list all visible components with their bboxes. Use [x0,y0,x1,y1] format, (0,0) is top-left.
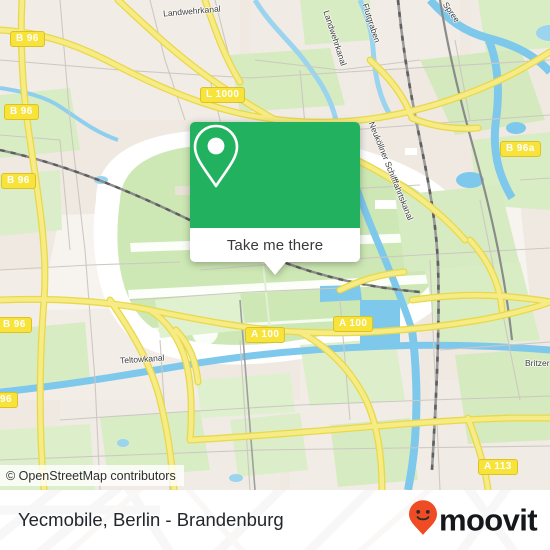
footer-bar: Yecmobile, Berlin - Brandenburg moovit [0,490,550,550]
popup-pointer-tail [264,262,286,275]
map-canvas[interactable]: Landwehrkanal Landwehrkanal Flutgraben S… [0,0,550,490]
road-shield: B 96 [4,104,39,120]
page-title: Yecmobile, Berlin - Brandenburg [18,509,284,530]
road-shield: B 96 [10,31,45,47]
take-me-there-label: Take me there [226,236,324,254]
road-shield: L 1000 [200,87,246,103]
moovit-map-screenshot: Landwehrkanal Landwehrkanal Flutgraben S… [0,0,550,550]
moovit-logo[interactable]: moovit [408,500,538,541]
osm-attribution[interactable]: © OpenStreetMap contributors [0,465,184,486]
road-shield: B 96 [1,173,36,189]
road-shield: B 96a [500,141,541,157]
moovit-smiley-pin-icon [408,500,438,541]
osm-attribution-text: © OpenStreetMap contributors [6,468,176,483]
location-popup-card[interactable]: Take me there [190,122,360,275]
popup-action-area[interactable]: Take me there [190,228,360,275]
moovit-wordmark: moovit [438,502,538,538]
road-shield: A 100 [245,327,286,343]
road-shield: A 113 [478,459,518,475]
road-shield: B 96 [0,317,32,333]
road-shield: A 100 [333,316,374,332]
road-shield: 96 [0,392,18,408]
popup-icon-area [190,122,360,228]
